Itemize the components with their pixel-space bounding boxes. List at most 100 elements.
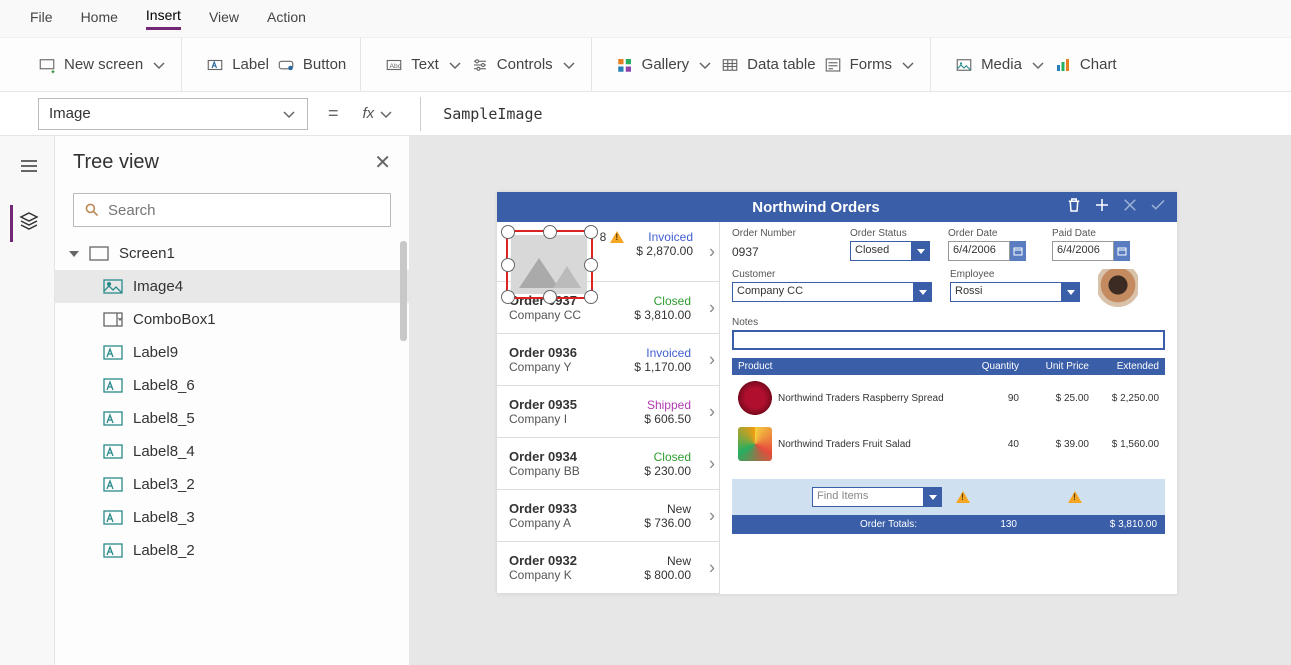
order-date-picker[interactable]: 6/4/2006 [948,241,1034,261]
chevron-down-icon [447,57,463,73]
tree-search[interactable] [73,193,391,227]
tree-item-label: Label8_6 [133,377,195,394]
paid-date-label: Paid Date [1052,228,1138,239]
chart-btn-label: Chart [1080,56,1117,73]
image-placeholder[interactable] [511,235,587,294]
search-input[interactable] [108,202,380,219]
employee-label: Employee [950,269,1080,280]
order-company: Company I [509,412,644,426]
customer-label: Customer [732,269,932,280]
property-selector[interactable]: Image [38,98,308,130]
text-button[interactable]: Abc Text [385,56,463,74]
chevron-right-icon: › [709,349,715,370]
paid-date-picker[interactable]: 6/4/2006 [1052,241,1138,261]
tab-insert[interactable]: Insert [146,7,181,30]
tree-item-label8-6[interactable]: Label8_6 [55,369,409,402]
trash-icon[interactable] [1065,196,1083,219]
order-status-dropdown[interactable]: Closed [850,241,930,261]
tree-item-image4[interactable]: Image4 [55,270,409,303]
order-title: Order 0934 [509,449,644,464]
product-qty: 40 [959,439,1019,450]
order-status: Invoiced [634,346,691,360]
employee-dropdown[interactable]: Rossi [950,282,1080,302]
order-row[interactable]: Order 0933Company ANew$ 736.00› [497,490,719,542]
tree-item-label9[interactable]: Label9 [55,336,409,369]
order-row[interactable]: Order 0936Company YInvoiced$ 1,170.00› [497,334,719,386]
label-icon [103,444,123,459]
chevron-right-icon: › [709,297,715,318]
order-company: Company A [509,516,644,530]
button-btn-label: Button [303,56,346,73]
tree-item-label8-2[interactable]: Label8_2 [55,534,409,567]
check-icon[interactable] [1149,196,1167,219]
button-button[interactable]: Button [277,56,346,74]
app-title: Northwind Orders [567,199,1065,216]
menu-tabs: File Home Insert View Action [0,0,1291,38]
label-btn-label: Label [232,56,269,73]
order-title: Order 0935 [509,397,644,412]
order-row[interactable]: Order 0935Company IShipped$ 606.50› [497,386,719,438]
label-icon [103,543,123,558]
tab-action[interactable]: Action [267,9,306,29]
customer-dropdown[interactable]: Company CC [732,282,932,302]
search-icon [84,202,100,218]
tree-item-label: Label8_4 [133,443,195,460]
data-table-button[interactable]: Data table [721,56,815,74]
new-screen-label: New screen [64,56,143,73]
hamburger-icon[interactable] [10,150,45,187]
label-button[interactable]: Label [206,56,269,74]
label-icon [103,378,123,393]
ribbon: New screen Label Button Abc Text Control… [0,38,1291,92]
canvas[interactable]: Northwind Orders 8 [410,136,1291,665]
order-row[interactable]: Order 0932Company KNew$ 800.00› [497,542,719,594]
order-amount: $ 3,810.00 [634,308,691,322]
controls-button[interactable]: Controls [471,56,577,74]
find-items-bar: Find Items [732,479,1165,515]
tree-item-combobox1[interactable]: ComboBox1 [55,303,409,336]
order-company: Company CC [509,308,634,322]
svg-text:Abc: Abc [390,63,402,70]
equals-sign: = [320,103,347,124]
notes-input[interactable] [732,330,1165,350]
layers-icon[interactable] [10,205,45,242]
gallery-button[interactable]: Gallery [616,56,714,74]
product-thumb [738,381,772,415]
order-status: New [644,502,691,516]
tab-view[interactable]: View [209,9,239,29]
tree-item-label8-4[interactable]: Label8_4 [55,435,409,468]
scrollbar[interactable] [400,241,407,341]
close-icon[interactable]: ✕ [374,150,391,175]
tree-item-label8-5[interactable]: Label8_5 [55,402,409,435]
forms-button[interactable]: Forms [824,56,917,74]
cancel-icon[interactable] [1121,196,1139,219]
media-button[interactable]: Media [955,56,1046,74]
tree-item-label: Label8_5 [133,410,195,427]
formula-input[interactable]: SampleImage [443,105,542,123]
chevron-down-icon [151,57,167,73]
media-icon [955,56,973,74]
plus-icon[interactable] [1093,196,1111,219]
controls-icon [471,56,489,74]
chevron-right-icon: › [709,505,715,526]
warning-icon [956,491,970,503]
order-amount: $ 1,170.00 [634,360,691,374]
product-row[interactable]: Northwind Traders Fruit Salad40$ 39.00$ … [732,421,1165,467]
tab-home[interactable]: Home [81,9,118,29]
order-status: Closed [644,450,691,464]
forms-btn-label: Forms [850,56,893,73]
tab-file[interactable]: File [30,9,53,29]
warning-icon [610,231,624,243]
tree-item-label8-3[interactable]: Label8_3 [55,501,409,534]
order-amount: $ 606.50 [644,412,691,426]
button-icon [277,56,295,74]
product-row[interactable]: Northwind Traders Raspberry Spread90$ 25… [732,375,1165,421]
tree-item-label3-2[interactable]: Label3_2 [55,468,409,501]
find-items-dropdown[interactable]: Find Items [812,487,942,507]
fx-button[interactable]: fx [359,105,399,122]
order-row[interactable]: Order 0934Company BBClosed$ 230.00› [497,438,719,490]
chart-button[interactable]: Chart [1054,56,1117,74]
chevron-down-icon [378,106,394,122]
new-screen-button[interactable]: New screen [38,56,167,74]
order-company: Company BB [509,464,644,478]
tree-root-screen1[interactable]: Screen1 [55,237,409,270]
